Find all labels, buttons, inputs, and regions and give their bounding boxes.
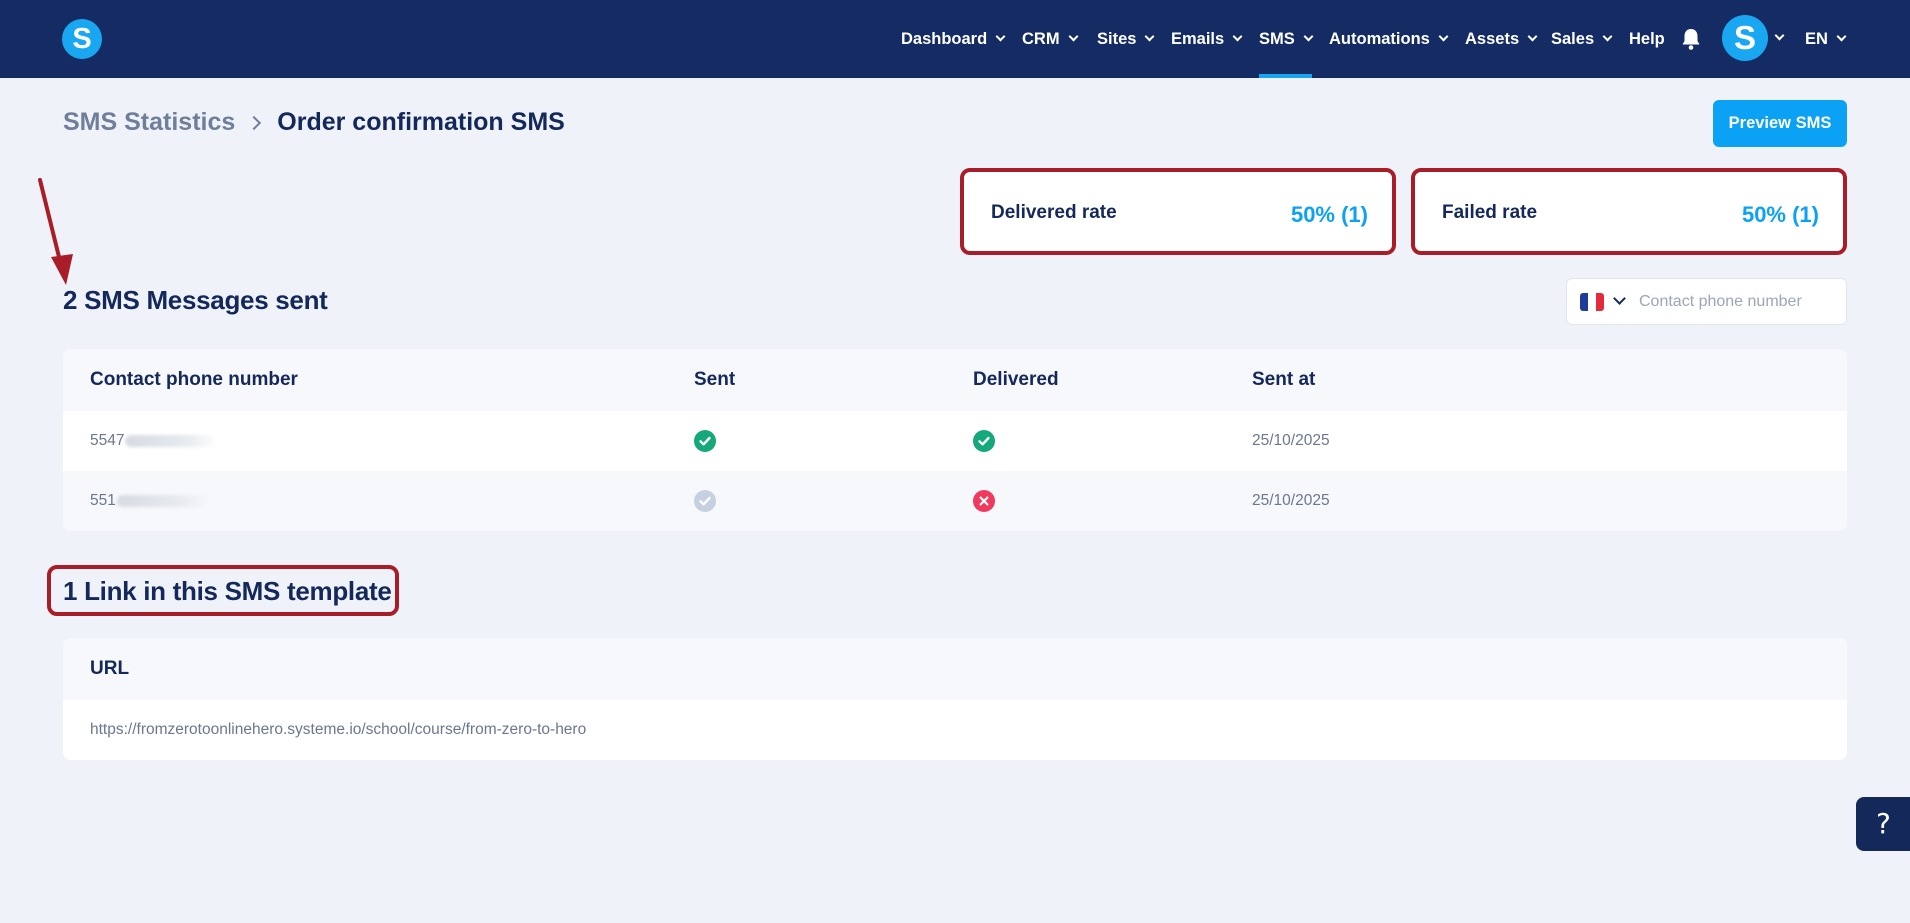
sms-messages-table: Contact phone number Sent Delivered Sent… — [63, 349, 1847, 531]
messages-sent-title: 2 SMS Messages sent — [63, 285, 328, 315]
chevron-down-icon — [1602, 31, 1613, 42]
check-circle-icon — [694, 430, 716, 452]
user-avatar[interactable]: S — [1722, 15, 1768, 61]
page-title: Order confirmation SMS — [277, 108, 565, 136]
delivered-rate-card: Delivered rate 50% (1) — [960, 168, 1396, 255]
nav-sms[interactable]: SMS — [1259, 0, 1314, 78]
check-circle-icon — [694, 490, 716, 512]
nav-crm[interactable]: CRM — [1022, 0, 1079, 78]
annotation-arrow — [38, 178, 73, 285]
table-header: URL — [63, 638, 1847, 700]
redacted-phone-digits — [125, 434, 218, 447]
chevron-right-icon — [247, 115, 262, 130]
breadcrumb-sms-statistics[interactable]: SMS Statistics — [63, 108, 235, 137]
phone-cell: 551 — [90, 471, 209, 531]
sent-at-cell: 25/10/2025 — [1252, 492, 1330, 509]
nav-crm-label: CRM — [1022, 29, 1060, 48]
language-selector[interactable]: EN — [1805, 0, 1847, 78]
nav-automations-label: Automations — [1329, 29, 1430, 48]
chevron-down-icon[interactable] — [1613, 292, 1626, 305]
delivered-rate-label: Delivered rate — [991, 202, 1117, 223]
table-row: https://fromzerotoonlinehero.systeme.io/… — [63, 700, 1847, 760]
links-table: URL https://fromzerotoonlinehero.systeme… — [63, 638, 1847, 760]
failed-rate-card: Failed rate 50% (1) — [1411, 168, 1847, 255]
column-delivered: Delivered — [973, 369, 1059, 390]
nav-help-label: Help — [1629, 29, 1665, 48]
chevron-down-icon — [1232, 31, 1243, 42]
column-contact-phone: Contact phone number — [90, 369, 298, 390]
chevron-down-icon — [995, 31, 1006, 42]
nav-assets-label: Assets — [1465, 29, 1520, 48]
table-row: 5547 25/10/2025 — [63, 411, 1847, 471]
systeme-logo[interactable]: S — [62, 19, 102, 59]
nav-assets[interactable]: Assets — [1465, 0, 1538, 78]
nav-dashboard-label: Dashboard — [901, 29, 988, 48]
top-navigation: S Dashboard CRM Sites Emails SMS Automat… — [0, 0, 1910, 78]
nav-sales-label: Sales — [1551, 29, 1595, 48]
failed-rate-value: 50% (1) — [1741, 202, 1819, 227]
column-sent-at: Sent at — [1252, 369, 1316, 390]
language-label: EN — [1805, 29, 1828, 48]
nav-automations[interactable]: Automations — [1329, 0, 1449, 78]
chevron-down-icon — [1527, 31, 1538, 42]
phone-number: 5547 — [90, 432, 125, 449]
check-circle-icon — [973, 430, 995, 452]
chevron-down-icon — [1303, 31, 1314, 42]
table-header: Contact phone number Sent Delivered Sent… — [63, 349, 1847, 411]
contact-phone-search-input[interactable] — [1639, 279, 1839, 324]
nav-sites[interactable]: Sites — [1097, 0, 1155, 78]
failed-rate-label: Failed rate — [1442, 202, 1538, 223]
bell-icon[interactable] — [1680, 27, 1702, 51]
chevron-down-icon — [1144, 31, 1155, 42]
nav-help[interactable]: Help — [1629, 0, 1665, 78]
chevron-down-icon — [1438, 31, 1449, 42]
chevron-down-icon — [1836, 31, 1847, 42]
sent-at-cell: 25/10/2025 — [1252, 432, 1330, 449]
preview-sms-button[interactable]: Preview SMS — [1713, 100, 1847, 147]
column-url: URL — [90, 658, 130, 679]
delivered-rate-value: 50% (1) — [1290, 202, 1368, 227]
france-flag-icon[interactable] — [1580, 293, 1604, 311]
phone-search — [1566, 278, 1847, 325]
x-circle-icon — [973, 490, 995, 512]
nav-emails-label: Emails — [1171, 29, 1225, 48]
chevron-down-icon — [1068, 31, 1079, 42]
help-button[interactable]: ? — [1856, 797, 1910, 851]
nav-sites-label: Sites — [1097, 29, 1137, 48]
nav-emails[interactable]: Emails — [1171, 0, 1243, 78]
redacted-phone-digits — [116, 494, 209, 507]
phone-cell: 5547 — [90, 411, 218, 471]
table-row: 551 25/10/2025 — [63, 471, 1847, 531]
nav-sms-label: SMS — [1259, 29, 1295, 48]
column-sent: Sent — [694, 369, 736, 390]
phone-number: 551 — [90, 492, 116, 509]
breadcrumb: SMS Statistics Order confirmation SMS — [63, 108, 565, 137]
nav-dashboard[interactable]: Dashboard — [901, 0, 1006, 78]
nav-sales[interactable]: Sales — [1551, 0, 1613, 78]
url-cell[interactable]: https://fromzerotoonlinehero.systeme.io/… — [90, 700, 586, 760]
links-title: 1 Link in this SMS template — [63, 576, 392, 606]
chevron-down-icon[interactable] — [1774, 30, 1785, 41]
